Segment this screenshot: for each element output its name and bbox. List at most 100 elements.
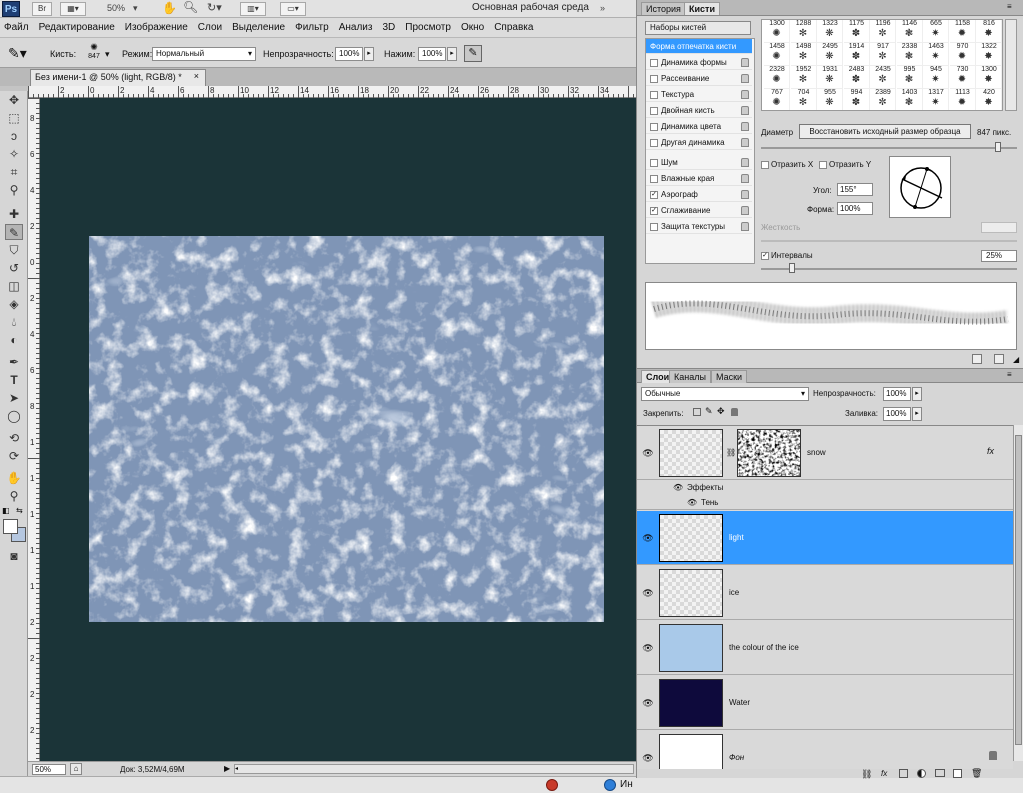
history-brush-tool-icon[interactable]: ↺ — [5, 260, 23, 276]
hand-tool-icon[interactable]: ✋ — [5, 470, 23, 486]
brush-grid-scrollbar[interactable] — [1005, 19, 1017, 111]
foreground-color-swatch[interactable] — [3, 519, 18, 534]
brush-tip-cell[interactable]: 1175 ✽ — [843, 20, 870, 43]
protect-texture-checkbox[interactable] — [650, 222, 658, 231]
delete-layer-icon[interactable]: 🗑︎ — [971, 768, 982, 779]
lock-transparency-icon[interactable] — [693, 408, 701, 416]
visibility-eye-icon[interactable]: 👁︎ — [642, 588, 654, 598]
other-dynamics-checkbox[interactable] — [650, 138, 658, 147]
brush-tip-cell[interactable]: 1113 ✹ — [950, 89, 976, 110]
hand-tool-icon[interactable]: ✋ — [162, 1, 177, 15]
layer-name[interactable]: the colour of the ice — [729, 643, 799, 652]
airbrush-checkbox[interactable]: ✓ — [650, 190, 658, 199]
taskbar-item-text[interactable]: Ин — [620, 779, 633, 790]
tab-history[interactable]: История — [641, 2, 686, 15]
brush-tip-cell[interactable]: 2328 ✺ — [764, 66, 790, 89]
mode-select[interactable]: Нормальный ▾ — [152, 47, 256, 61]
effects-eye-icon[interactable]: 👁︎ — [673, 483, 683, 492]
protect-texture-item[interactable]: Защита текстуры — [646, 219, 752, 234]
brush-picker[interactable]: ✺ 847 — [84, 42, 104, 64]
lock-all-icon[interactable] — [731, 408, 738, 416]
texture-item[interactable]: Текстура — [646, 87, 752, 102]
visibility-eye-icon[interactable]: 👁︎ — [642, 448, 654, 458]
brush-tip-cell[interactable]: 1322 ✸ — [976, 43, 1002, 66]
blend-mode-select[interactable]: Обычные ▾ — [641, 387, 809, 401]
pen-tool-icon[interactable]: ✒ — [5, 354, 23, 370]
brush-tip-cell[interactable]: 945 ✷ — [923, 66, 949, 89]
shape-dynamics-item[interactable]: Динамика формы — [646, 55, 752, 70]
flow-input[interactable]: 100% — [418, 47, 446, 61]
menu-filter[interactable]: Фильтр — [295, 22, 329, 33]
brush-tip-cell[interactable]: 1952 ✻ — [790, 66, 817, 89]
marquee-tool-icon[interactable]: ⬚ — [5, 110, 23, 126]
layer-row-ice[interactable]: 👁︎ ice — [637, 566, 1013, 620]
menu-image[interactable]: Изображение — [125, 22, 188, 33]
brush-tip-cell[interactable]: 2483 ✽ — [843, 66, 870, 89]
resize-grip-icon[interactable]: ◢ — [1013, 355, 1019, 364]
layer-row-background[interactable]: 👁︎ Фон — [637, 731, 1013, 769]
brush-tip-cell[interactable]: 1458 ✺ — [764, 43, 790, 66]
wet-edges-checkbox[interactable] — [650, 174, 658, 183]
brush-tip-cell[interactable]: 995 ❃ — [896, 66, 923, 89]
dodge-tool-icon[interactable]: ◐ — [5, 332, 23, 348]
move-tool-icon[interactable]: ✥ — [5, 92, 23, 108]
lock-icon[interactable] — [741, 122, 749, 131]
diameter-slider[interactable] — [761, 147, 1017, 149]
flip-x-checkbox[interactable] — [761, 160, 769, 169]
shadow-eye-icon[interactable]: 👁︎ — [687, 498, 697, 507]
fill-input[interactable]: 100% — [883, 407, 911, 421]
restore-size-button[interactable]: Восстановить исходный размер образца — [799, 124, 971, 139]
menu-view[interactable]: Просмотр — [405, 22, 451, 33]
layer-row-light[interactable]: 👁︎ light — [637, 511, 1013, 565]
layer-name[interactable]: snow — [807, 448, 826, 457]
diameter-value[interactable]: 847 пикс. — [977, 128, 1011, 137]
lock-icon[interactable] — [741, 158, 749, 167]
tab-masks[interactable]: Маски — [711, 370, 748, 383]
opacity-input[interactable]: 100% — [335, 47, 363, 61]
brush-tip-cell[interactable]: 1317 ✷ — [923, 89, 949, 110]
layer-opacity-input[interactable]: 100% — [883, 387, 911, 401]
blur-tool-icon[interactable]: 💧︎ — [5, 314, 23, 330]
brush-tip-cell[interactable]: 2435 ✼ — [870, 66, 896, 89]
crop-tool-icon[interactable]: ⌗ — [5, 164, 23, 180]
layer-name[interactable]: ice — [729, 588, 739, 597]
airbrush-toggle-icon[interactable]: ✎ — [464, 45, 482, 62]
menu-window[interactable]: Окно — [461, 22, 484, 33]
bridge-button[interactable]: Br — [32, 2, 52, 16]
type-tool-icon[interactable]: T — [5, 372, 23, 388]
horizontal-scrollbar[interactable]: ◂ — [234, 764, 634, 774]
lock-position-icon[interactable]: ✥ — [717, 406, 725, 417]
lock-icon[interactable] — [741, 74, 749, 83]
view-extras-button[interactable]: ▦▾ — [60, 2, 86, 16]
diameter-slider-handle[interactable] — [995, 142, 1001, 152]
fill-slider-icon[interactable]: ▸ — [912, 407, 922, 421]
link-layers-icon[interactable]: ⛓ — [861, 769, 872, 780]
layer-name[interactable]: light — [729, 533, 744, 542]
tab-channels[interactable]: Каналы — [669, 370, 711, 383]
tab-brushes[interactable]: Кисти — [684, 2, 720, 15]
brush-tip-cell[interactable]: 955 ❋ — [817, 89, 843, 110]
spacing-slider-handle[interactable] — [789, 263, 795, 273]
layer-row-snow[interactable]: 👁︎ ⛓ snow fx — [637, 426, 1013, 480]
screen-mode-button[interactable]: ▭▾ — [280, 2, 306, 16]
flow-slider-icon[interactable]: ▸ — [447, 47, 457, 61]
3d-rotate-tool-icon[interactable]: ⟲ — [5, 430, 23, 446]
brush-tip-cell[interactable]: 1463 ✷ — [923, 43, 949, 66]
brush-tip-cell[interactable]: 994 ✽ — [844, 89, 870, 110]
brush-presets-button[interactable]: Наборы кистей — [645, 21, 751, 35]
new-preset-icon[interactable] — [972, 354, 982, 364]
dual-brush-checkbox[interactable] — [650, 106, 658, 115]
workspace-switcher[interactable]: Основная рабочая среда — [472, 2, 589, 13]
noise-item[interactable]: Шум — [646, 155, 752, 170]
eyedropper-tool-icon[interactable]: ⚲ — [5, 182, 23, 198]
default-colors-icon[interactable]: ◧ — [2, 506, 10, 515]
add-mask-icon[interactable] — [899, 769, 908, 778]
clone-stamp-tool-icon[interactable]: ⛉ — [5, 242, 23, 258]
angle-input[interactable]: 155° — [837, 183, 873, 196]
menu-3d[interactable]: 3D — [382, 22, 395, 33]
add-style-icon[interactable]: fx — [881, 769, 887, 778]
panel-menu-icon[interactable]: ≡ — [1007, 370, 1012, 379]
noise-checkbox[interactable] — [650, 158, 658, 167]
drop-shadow-row[interactable]: 👁︎ Тень — [637, 496, 1013, 510]
quick-mask-icon[interactable]: ◙ — [5, 548, 23, 564]
